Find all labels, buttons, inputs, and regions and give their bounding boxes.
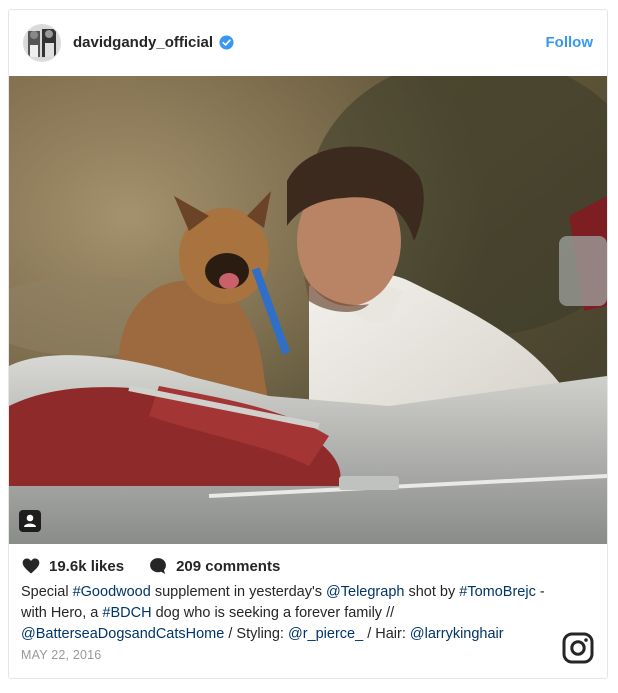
caption-link[interactable]: #Goodwood — [73, 584, 151, 600]
caption-link[interactable]: @larrykinghair — [410, 626, 504, 642]
caption-text: supplement in yesterday's — [150, 584, 327, 600]
caption-text: dog who is seeking a forever family // — [151, 605, 395, 621]
avatar-image — [24, 25, 60, 61]
post-caption: Special #Goodwood supplement in yesterda… — [21, 582, 561, 645]
caption-link[interactable]: @BatterseaDogsandCatsHome — [21, 626, 224, 642]
heart-icon[interactable] — [21, 556, 41, 576]
caption-link[interactable]: @r_pierce_ — [288, 626, 363, 642]
comment-bubble-icon[interactable] — [148, 556, 168, 576]
instagram-embed-card: davidgandy_official Follow 19.6k likes 2… — [8, 9, 608, 679]
follow-button[interactable]: Follow — [546, 34, 594, 51]
instagram-logo-icon[interactable] — [562, 632, 594, 664]
user-silhouette-icon — [24, 514, 36, 527]
caption-link[interactable]: @Telegraph — [326, 584, 404, 600]
verified-badge-icon — [219, 35, 234, 50]
post-photo[interactable] — [9, 76, 607, 544]
caption-link[interactable]: #TomoBrejc — [459, 584, 536, 600]
post-photo-image — [9, 76, 607, 544]
avatar[interactable] — [23, 24, 61, 62]
post-date: MAY 22, 2016 — [21, 648, 102, 662]
comments-count: 209 comments — [176, 557, 281, 575]
caption-text: shot by — [404, 584, 460, 600]
caption-text: / Styling: — [224, 626, 288, 642]
caption-link[interactable]: #BDCH — [102, 605, 151, 621]
post-header: davidgandy_official Follow — [9, 10, 607, 76]
caption-text: Special — [21, 584, 73, 600]
username-link[interactable]: davidgandy_official — [73, 34, 213, 51]
engagement-stats: 19.6k likes 209 comments — [21, 554, 280, 578]
user-tag-icon[interactable] — [19, 510, 41, 532]
caption-text: / Hair: — [363, 626, 410, 642]
likes-count: 19.6k likes — [49, 557, 125, 575]
